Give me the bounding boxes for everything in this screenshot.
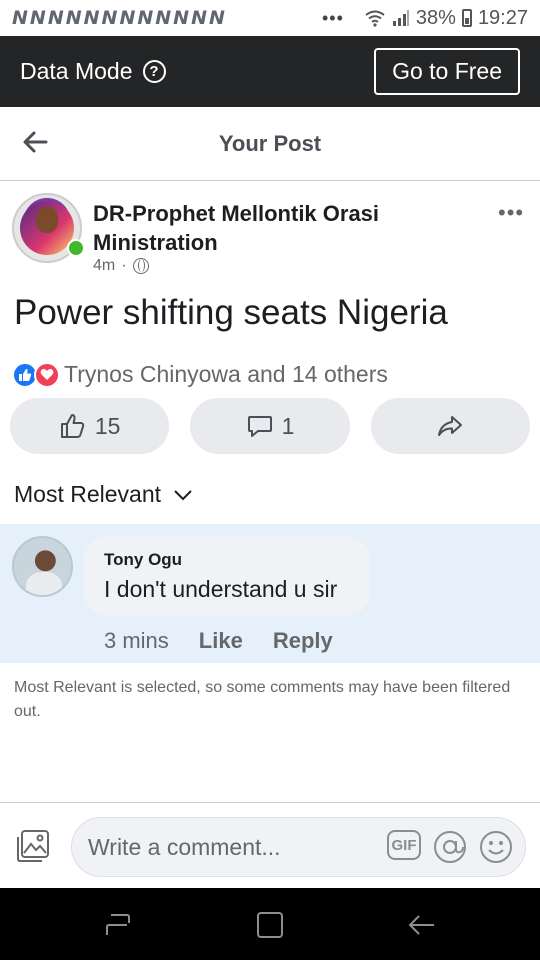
back-arrow-icon[interactable]	[20, 127, 50, 157]
emoji-icon[interactable]	[479, 830, 513, 864]
share-icon	[438, 416, 463, 436]
like-button[interactable]: 15	[10, 398, 170, 454]
wifi-icon	[365, 10, 385, 27]
data-mode-bar: Data Mode ? Go to Free	[0, 36, 540, 107]
data-mode-label: Data Mode	[20, 58, 133, 84]
reactions-summary[interactable]: Trynos Chinyowa and 14 others	[12, 361, 388, 388]
sort-label: Most Relevant	[14, 481, 162, 507]
go-to-free-button[interactable]: Go to Free	[374, 48, 520, 95]
comment-sort-dropdown[interactable]: Most Relevant	[14, 481, 193, 508]
comment-button[interactable]: 1	[190, 398, 350, 454]
gif-icon[interactable]: GIF	[387, 830, 421, 860]
commenter-name[interactable]: Tony Ogu	[104, 550, 350, 570]
battery-icon	[461, 9, 472, 27]
notification-icon: N	[191, 7, 207, 29]
mention-icon[interactable]	[433, 830, 467, 864]
photo-icon[interactable]	[16, 829, 52, 863]
clock: 19:27	[477, 6, 528, 29]
comment-input[interactable]: Write a comment... GIF	[71, 817, 526, 877]
comment-like-button[interactable]: Like	[199, 628, 243, 654]
love-reaction-icon	[34, 361, 60, 388]
share-button[interactable]	[370, 398, 530, 454]
notification-icon: N	[83, 7, 100, 29]
page-title: Your Post	[218, 130, 322, 156]
signal-icon	[392, 10, 409, 26]
post-time[interactable]: 4m	[93, 257, 115, 275]
page-header: Your Post	[0, 107, 540, 181]
more-notifications-icon: •••	[322, 7, 344, 28]
post-header: DR-Prophet Mellontik Orasi Ministration …	[0, 181, 540, 276]
notification-icon: N	[65, 7, 82, 29]
comment-time: 3 mins	[104, 628, 169, 653]
battery-percent: 38%	[415, 6, 456, 29]
post-meta: 4m ·	[93, 257, 149, 275]
home-icon[interactable]	[257, 912, 283, 938]
notification-icon: N	[12, 7, 28, 29]
back-icon[interactable]	[406, 912, 436, 938]
status-bar: N N N N N N N N N N N N ••• 38% 19:27	[0, 0, 540, 36]
post-actions: 15 1	[10, 398, 530, 454]
help-icon[interactable]: ?	[142, 60, 166, 83]
avatar-photo	[36, 207, 58, 233]
recent-apps-icon[interactable]	[105, 913, 133, 937]
system-nav-bar	[0, 888, 540, 960]
comment-icon	[247, 416, 272, 437]
post-options-button[interactable]: •••	[498, 200, 524, 226]
comment-reply-button[interactable]: Reply	[273, 628, 333, 654]
notification-icon: N	[29, 7, 46, 29]
notification-icon: N	[173, 7, 189, 29]
post-text: Power shifting seats Nigeria	[14, 293, 448, 332]
commenter-avatar[interactable]	[12, 536, 73, 597]
notification-icon: N	[137, 7, 153, 29]
status-indicators: ••• 38% 19:27	[322, 7, 528, 30]
comment-item: Tony Ogu I don't understand u sir 3 mins…	[0, 524, 540, 663]
chevron-down-icon	[174, 489, 192, 500]
filtered-comments-note: Most Relevant is selected, so some comme…	[14, 679, 511, 720]
public-globe-icon	[132, 258, 149, 274]
comment-count: 1	[281, 412, 295, 439]
notification-icon: N	[101, 7, 118, 29]
comment-bubble[interactable]: Tony Ogu I don't understand u sir	[84, 536, 370, 616]
comment-composer: Write a comment... GIF	[0, 802, 540, 888]
online-status-icon	[67, 239, 85, 257]
meta-separator: ·	[121, 257, 127, 274]
comment-text: I don't understand u sir	[104, 576, 338, 602]
composer-icons: GIF	[387, 830, 525, 864]
notification-icon: N	[47, 7, 64, 29]
notification-icon: N	[208, 7, 225, 29]
avatar-photo	[26, 572, 62, 595]
notification-icon: N	[155, 7, 171, 29]
notification-icons: N N N N N N N N N N N N	[12, 7, 225, 29]
like-count: 15	[94, 412, 121, 439]
post-author-name[interactable]: DR-Prophet Mellontik Orasi Ministration	[93, 199, 453, 257]
notification-icon: N	[119, 7, 135, 29]
thumbs-up-icon	[60, 414, 85, 438]
comment-meta: 3 mins Like Reply	[104, 628, 333, 654]
comment-input-placeholder[interactable]: Write a comment...	[88, 834, 281, 861]
reactions-text: Trynos Chinyowa and 14 others	[64, 361, 388, 387]
